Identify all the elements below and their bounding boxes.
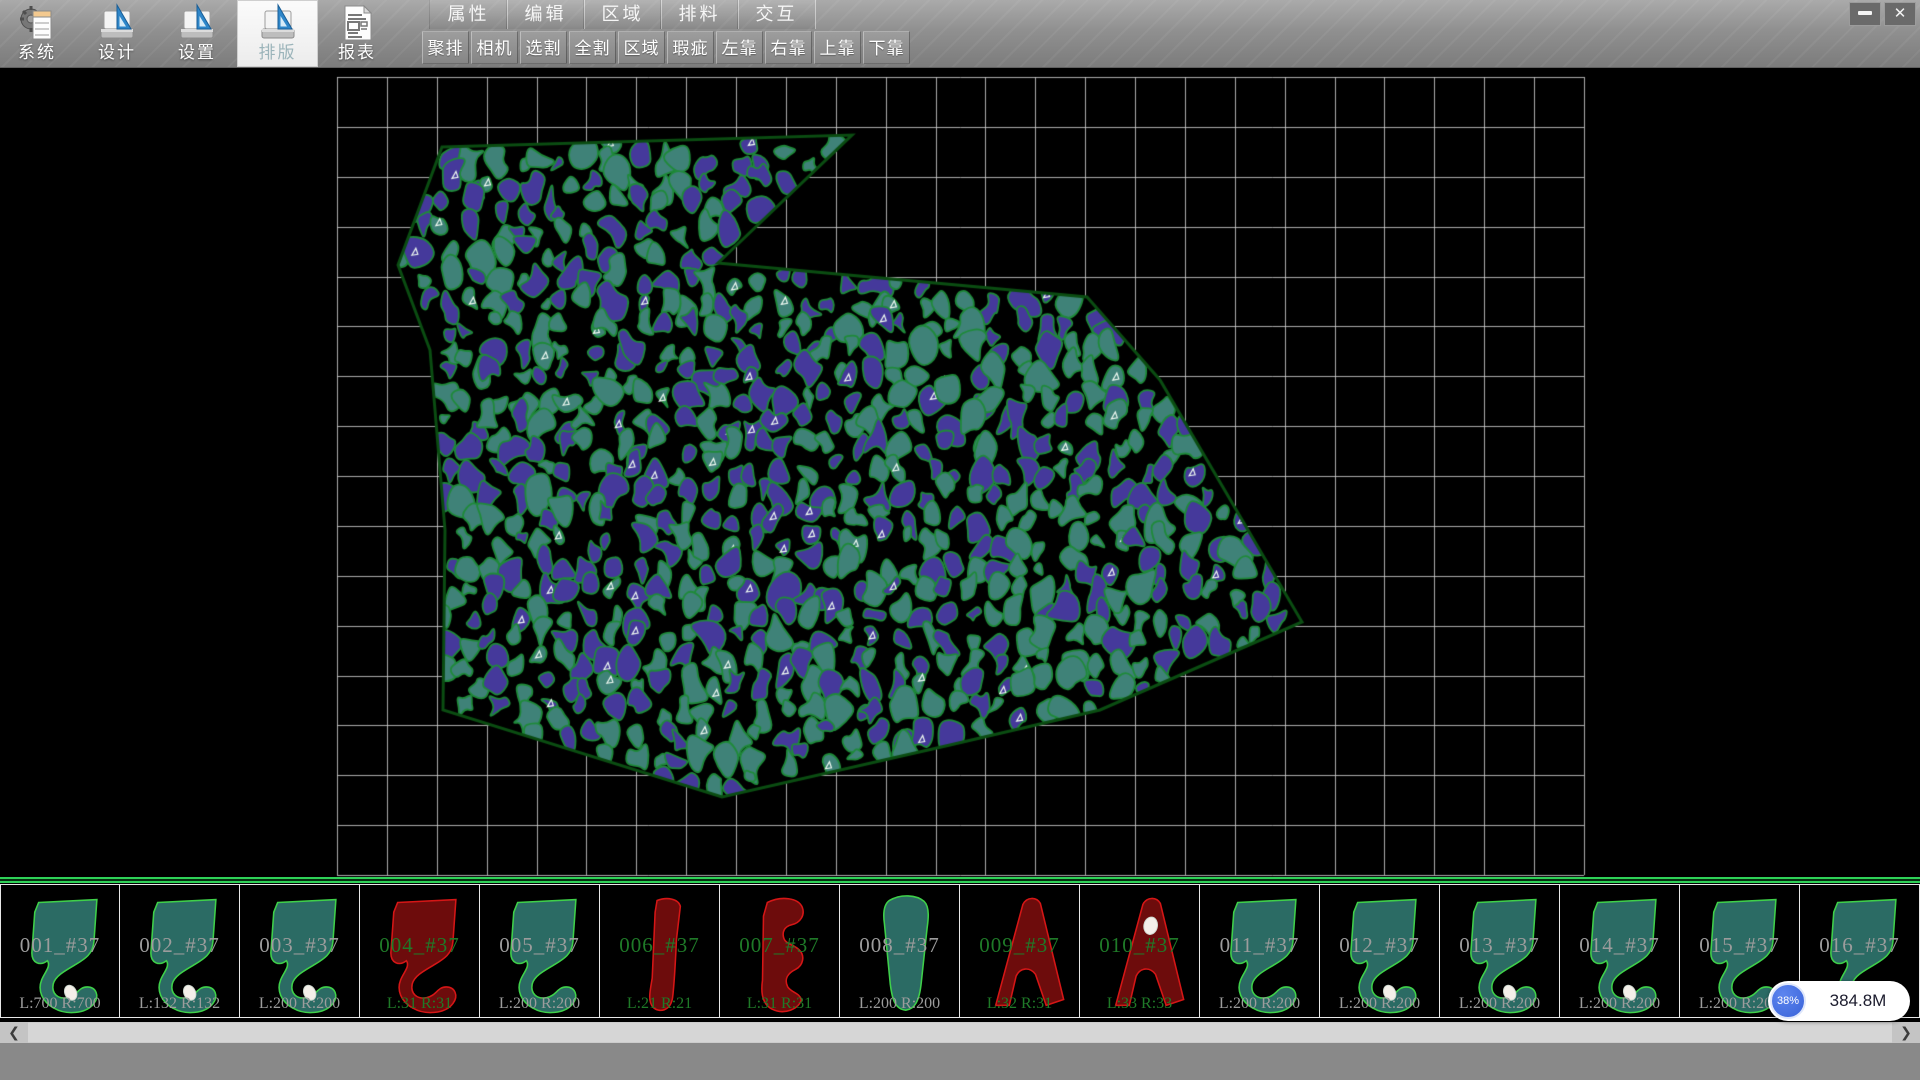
close-button[interactable]: ✕ xyxy=(1884,2,1916,26)
piece-thumbnail-13[interactable]: 013_#37 L:200 R:200 xyxy=(1440,884,1560,1018)
toolbar-main-button-label: 设置 xyxy=(165,43,229,63)
action-button[interactable]: 全割 xyxy=(569,31,616,64)
toolbar-main-button-label: 系统 xyxy=(5,43,69,63)
menu-tab[interactable]: 属性 xyxy=(429,0,508,29)
toolbar-button-ruler-4[interactable]: 排版 xyxy=(237,0,318,67)
strip-top-border xyxy=(0,877,1920,884)
piece-id-label: 007_#37 xyxy=(720,933,839,958)
set-square-icon xyxy=(98,3,136,43)
system-icon xyxy=(18,3,56,43)
piece-id-label: 015_#37 xyxy=(1680,933,1799,958)
action-button[interactable]: 瑕疵 xyxy=(667,31,714,64)
piece-size-label: L:200 R:200 xyxy=(1320,995,1439,1013)
toolbar-button-report-5[interactable]: 报表 xyxy=(325,0,389,67)
action-button[interactable]: 聚排 xyxy=(422,31,469,64)
piece-size-label: L:700 R:700 xyxy=(1,995,119,1013)
system-icon xyxy=(18,3,56,43)
piece-id-label: 005_#37 xyxy=(480,933,599,958)
piece-id-label: 004_#37 xyxy=(360,933,479,958)
nesting-app-window: 系统 设计 设置 排版 报表 属性 编辑 区域 排料 交互 聚排 相机 选割 全… xyxy=(0,0,1920,1080)
piece-thumbnail-9[interactable]: 009_#37 L:32 R:31 xyxy=(960,884,1080,1018)
piece-thumbnail-10[interactable]: 010_#37 L:33 R:33 xyxy=(1080,884,1200,1018)
action-button[interactable]: 右靠 xyxy=(765,31,812,64)
piece-thumbnail-6[interactable]: 006_#37 L:21 R:21 xyxy=(600,884,720,1018)
menu-tab[interactable]: 排料 xyxy=(660,0,739,29)
piece-thumbnail-8[interactable]: 008_#37 L:200 R:200 xyxy=(840,884,960,1018)
piece-id-label: 002_#37 xyxy=(120,933,239,958)
toolbar-main-button-label: 设计 xyxy=(85,43,149,63)
piece-thumbnail-5[interactable]: 005_#37 L:200 R:200 xyxy=(480,884,600,1018)
action-button[interactable]: 上靠 xyxy=(814,31,861,64)
piece-thumbnail-list: 001_#37 L:700 R:700 002_#37 L:132 R:132 … xyxy=(0,884,1920,1020)
piece-thumbnail-7[interactable]: 007_#37 L:31 R:31 xyxy=(720,884,840,1018)
report-icon xyxy=(338,3,376,43)
nesting-workspace[interactable] xyxy=(0,67,1920,877)
menu-tab[interactable]: 编辑 xyxy=(506,0,585,29)
progress-badge: 38% xyxy=(1770,983,1806,1019)
close-icon: ✕ xyxy=(1894,5,1907,22)
piece-id-label: 001_#37 xyxy=(1,933,119,958)
menu-tab[interactable]: 区域 xyxy=(583,0,662,29)
nesting-canvas[interactable] xyxy=(0,67,1920,877)
toolbar-main-button-label: 排版 xyxy=(237,43,318,63)
main-toolbar: 系统 设计 设置 排版 报表 属性 编辑 区域 排料 交互 聚排 相机 选割 全… xyxy=(0,0,1920,68)
toolbar-main-button-label: 报表 xyxy=(325,43,389,63)
piece-id-label: 012_#37 xyxy=(1320,933,1439,958)
piece-size-label: L:200 R:200 xyxy=(240,995,359,1013)
ruler-icon xyxy=(178,3,216,43)
piece-id-label: 006_#37 xyxy=(600,933,719,958)
piece-id-label: 008_#37 xyxy=(840,933,959,958)
piece-id-label: 011_#37 xyxy=(1200,933,1319,958)
piece-id-label: 013_#37 xyxy=(1440,933,1559,958)
piece-size-label: L:200 R:200 xyxy=(1440,995,1559,1013)
action-button[interactable]: 选割 xyxy=(520,31,567,64)
toolbar-button-ruler-3[interactable]: 设置 xyxy=(165,0,229,67)
piece-thumbnail-strip: 001_#37 L:700 R:700 002_#37 L:132 R:132 … xyxy=(0,877,1920,1022)
piece-thumbnail-14[interactable]: 014_#37 L:200 R:200 xyxy=(1560,884,1680,1018)
scroll-left-arrow[interactable]: ❮ xyxy=(0,1022,28,1043)
action-button[interactable]: 左靠 xyxy=(716,31,763,64)
piece-thumbnail-2[interactable]: 002_#37 L:132 R:132 xyxy=(120,884,240,1018)
piece-size-label: L:31 R:31 xyxy=(360,995,479,1013)
scrollbar-track[interactable] xyxy=(28,1023,1892,1042)
piece-size-label: L:31 R:31 xyxy=(720,995,839,1013)
memory-status-pill: 38% 384.8M xyxy=(1768,981,1910,1021)
piece-thumbnail-1[interactable]: 001_#37 L:700 R:700 xyxy=(0,884,120,1018)
menu-tab[interactable]: 交互 xyxy=(737,0,816,29)
piece-size-label: L:200 R:200 xyxy=(480,995,599,1013)
piece-thumbnail-11[interactable]: 011_#37 L:200 R:200 xyxy=(1200,884,1320,1018)
piece-id-label: 014_#37 xyxy=(1560,933,1679,958)
action-button[interactable]: 相机 xyxy=(471,31,518,64)
report-icon xyxy=(338,3,376,43)
scroll-right-arrow[interactable]: ❯ xyxy=(1892,1022,1920,1043)
piece-id-label: 003_#37 xyxy=(240,933,359,958)
memory-usage-label: 384.8M xyxy=(1806,991,1910,1011)
piece-id-label: 016_#37 xyxy=(1800,933,1919,958)
piece-size-label: L:132 R:132 xyxy=(120,995,239,1013)
bottom-bar xyxy=(0,1043,1920,1080)
minimize-button[interactable] xyxy=(1849,2,1881,26)
piece-thumbnail-3[interactable]: 003_#37 L:200 R:200 xyxy=(240,884,360,1018)
ruler-icon xyxy=(259,3,297,43)
toolbar-button-ruler-2[interactable]: 设计 xyxy=(85,0,149,67)
piece-size-label: L:21 R:21 xyxy=(600,995,719,1013)
action-button[interactable]: 下靠 xyxy=(863,31,910,64)
piece-size-label: L:200 R:200 xyxy=(1560,995,1679,1013)
minimize-icon xyxy=(1858,11,1872,15)
piece-id-label: 010_#37 xyxy=(1080,933,1199,958)
horizontal-scrollbar[interactable]: ❮ ❯ xyxy=(0,1022,1920,1043)
piece-thumbnail-12[interactable]: 012_#37 L:200 R:200 xyxy=(1320,884,1440,1018)
set-square-icon xyxy=(178,3,216,43)
ruler-icon xyxy=(98,3,136,43)
piece-thumbnail-4[interactable]: 004_#37 L:31 R:31 xyxy=(360,884,480,1018)
piece-size-label: L:200 R:200 xyxy=(840,995,959,1013)
piece-size-label: L:200 R:200 xyxy=(1200,995,1319,1013)
piece-id-label: 009_#37 xyxy=(960,933,1079,958)
piece-size-label: L:33 R:33 xyxy=(1080,995,1199,1013)
toolbar-button-system-1[interactable]: 系统 xyxy=(5,0,69,67)
piece-size-label: L:32 R:31 xyxy=(960,995,1079,1013)
action-button[interactable]: 区域 xyxy=(618,31,665,64)
set-square-icon xyxy=(259,3,297,43)
